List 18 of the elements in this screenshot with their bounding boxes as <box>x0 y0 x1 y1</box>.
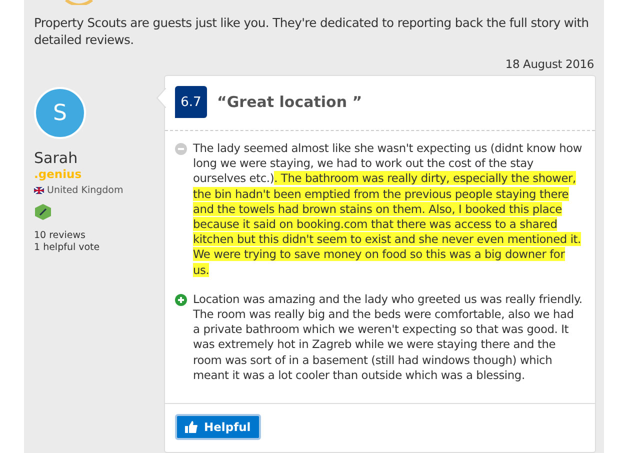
badge-icon <box>34 204 52 220</box>
reviewer-name: Sarah <box>34 149 78 167</box>
flag-icon <box>34 187 44 194</box>
plus-icon <box>175 294 187 306</box>
review-date: 18 August 2016 <box>505 57 594 71</box>
reviewer-country: United Kingdom <box>47 185 124 196</box>
review-title: “Great location ” <box>217 93 362 111</box>
negative-comment: The lady seemed almost like she wasn't expecting us (didnt know how long we were staying, we had to work out the cost of the stay ourselves etc.). The bathroom was really dirty, especially the shower, the bin hadn't been emptied from the previous people staying there and the towels had brown stains on them. Also, I booked this place because it said on booking.com that there was access to a shared kitchen but this didn't seem to exist and she never even mentioned it. We were trying to save money on food so this was a big downer for us. <box>193 141 583 278</box>
positive-comment: Location was amazing and the lady who greeted us was really friendly. The room was really big and the beds were comfortable, also we had a private bathroom which we weren't expecting so that was good. It was extremely hot in Zagreb while we were staying there and the room was sort of in a basement (still had windows though) which meant it was a lot cooler than outside which was a blessing. <box>193 292 583 384</box>
review-count: 10 reviews <box>34 230 86 242</box>
helpful-votes: 1 helpful vote <box>34 242 100 254</box>
intro-text: Property Scouts are guests just like you. They're dedicated to reporting back the full story with detailed reviews. <box>34 15 590 49</box>
avatar: S <box>34 87 86 139</box>
minus-icon <box>175 143 187 155</box>
thumbs-up-icon <box>185 421 198 433</box>
review-score: 6.7 <box>175 86 207 118</box>
genius-label: .genius <box>34 167 82 181</box>
helpful-button[interactable]: Helpful <box>175 414 261 440</box>
